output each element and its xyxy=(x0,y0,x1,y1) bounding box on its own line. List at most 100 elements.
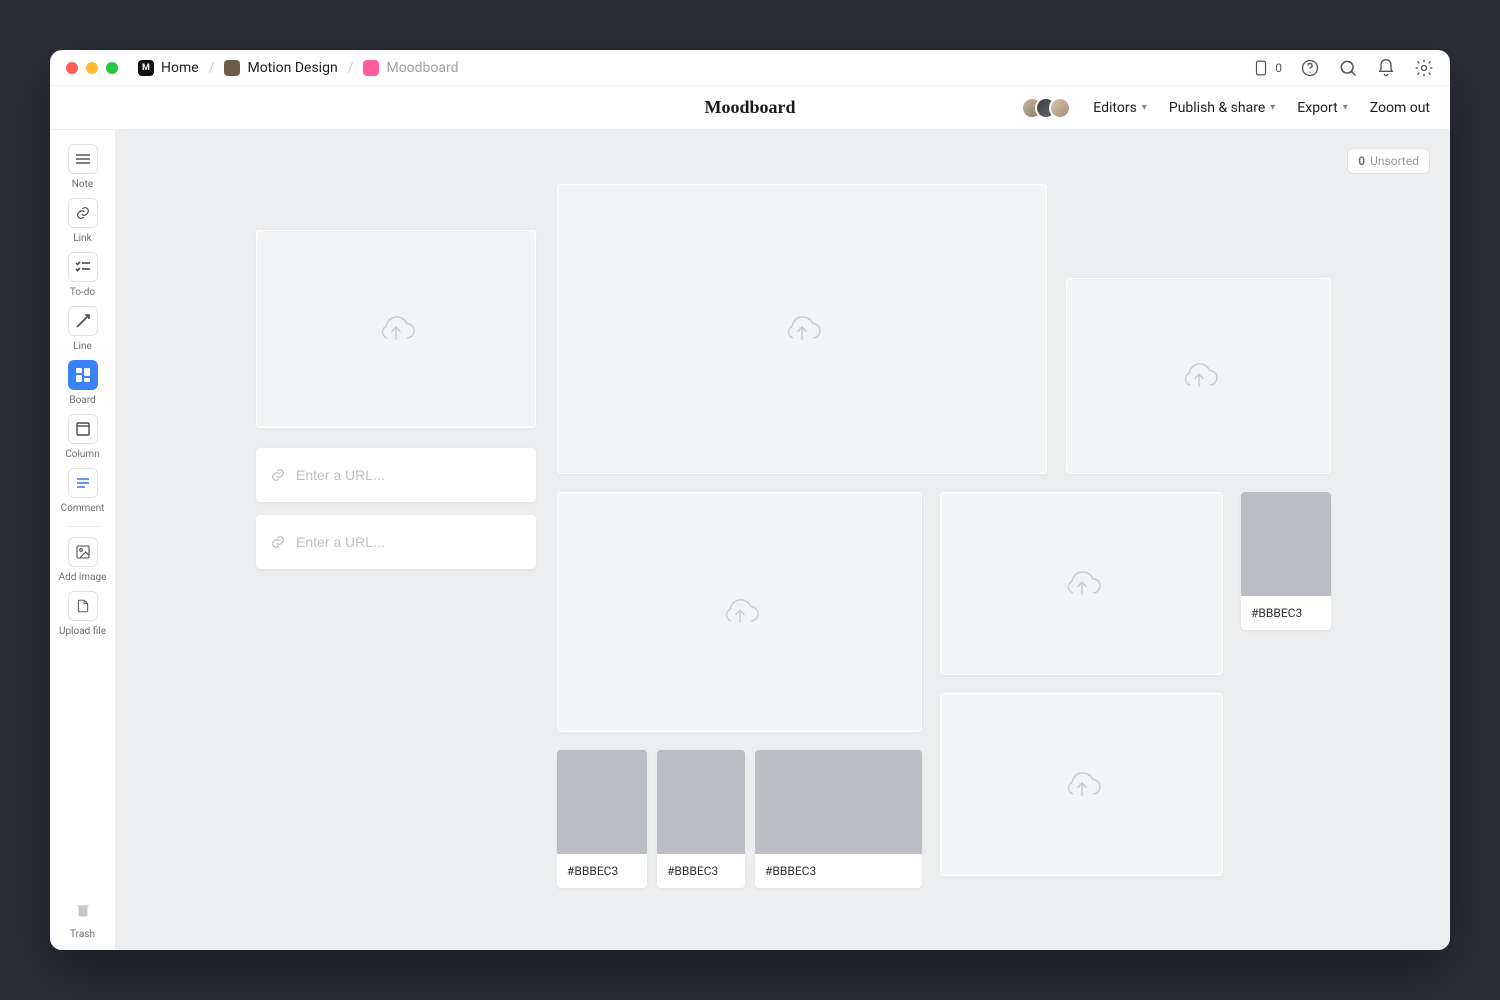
note-icon xyxy=(68,144,98,174)
inbox-button[interactable]: 0 xyxy=(1251,58,1282,78)
breadcrumb-sep: / xyxy=(348,60,354,76)
tool-note-label: Note xyxy=(72,179,93,190)
help-icon[interactable] xyxy=(1300,58,1320,78)
page-title: Moodboard xyxy=(704,97,795,118)
titlebar-actions: 0 xyxy=(1251,58,1434,78)
tool-line-label: Line xyxy=(73,341,92,352)
cloud-upload-icon xyxy=(374,311,418,347)
editors-menu[interactable]: Editors ▾ xyxy=(1093,100,1147,116)
tool-add-image[interactable]: Add image xyxy=(57,537,109,583)
avatar xyxy=(1049,97,1071,119)
chevron-down-icon: ▾ xyxy=(1343,102,1348,113)
unsorted-badge[interactable]: 0 Unsorted xyxy=(1347,148,1430,174)
image-icon xyxy=(68,537,98,567)
zoom-out-button[interactable]: Zoom out xyxy=(1370,100,1430,116)
swatch-hex-label: #BBBEC3 xyxy=(1241,596,1331,630)
tool-comment-label: Comment xyxy=(61,503,105,514)
search-icon[interactable] xyxy=(1338,58,1358,78)
subheader: Moodboard Editors ▾ Publish & share ▾ Ex… xyxy=(50,86,1450,130)
export-label: Export xyxy=(1297,100,1337,116)
tool-board-label: Board xyxy=(69,395,95,406)
tool-trash-label: Trash xyxy=(70,929,95,940)
upload-card[interactable] xyxy=(1066,278,1331,474)
inbox-count: 0 xyxy=(1275,61,1282,75)
swatch-color xyxy=(1241,492,1331,596)
url-input[interactable] xyxy=(296,534,522,550)
board-canvas[interactable]: 0 Unsorted xyxy=(116,130,1450,950)
breadcrumb-motion-design[interactable]: Motion Design xyxy=(224,60,337,76)
tool-comment[interactable]: Comment xyxy=(57,468,109,514)
breadcrumb-motion-label: Motion Design xyxy=(247,60,337,76)
home-icon: M xyxy=(138,60,154,76)
swatch-color xyxy=(657,750,745,854)
link-icon xyxy=(68,198,98,228)
tool-link-label: Link xyxy=(73,233,91,244)
board-icon xyxy=(68,360,98,390)
breadcrumb-moodboard[interactable]: Moodboard xyxy=(363,60,458,76)
export-menu[interactable]: Export ▾ xyxy=(1297,100,1347,116)
app-window: M Home / Motion Design / Moodboard 0 xyxy=(50,50,1450,950)
url-card[interactable] xyxy=(256,515,536,569)
collaborator-avatars[interactable] xyxy=(1021,97,1071,119)
tool-note[interactable]: Note xyxy=(57,144,109,190)
trash-icon xyxy=(68,894,98,924)
cloud-upload-icon xyxy=(1177,358,1221,394)
tool-board[interactable]: Board xyxy=(57,360,109,406)
unsorted-count: 0 xyxy=(1358,154,1365,168)
tool-add-image-label: Add image xyxy=(59,572,107,583)
color-swatch-card[interactable]: #BBBEC3 xyxy=(1241,492,1331,630)
cloud-upload-icon xyxy=(1060,566,1104,602)
link-icon xyxy=(270,467,286,483)
color-swatch-card[interactable]: #BBBEC3 xyxy=(657,750,745,888)
gear-icon[interactable] xyxy=(1414,58,1434,78)
breadcrumb-home-label: Home xyxy=(161,60,199,76)
board-icon xyxy=(363,60,379,76)
close-window-dot[interactable] xyxy=(66,62,78,74)
cloud-upload-icon xyxy=(718,594,762,630)
sidebar-divider xyxy=(66,526,100,527)
tool-sidebar: Note Link To-do Line xyxy=(50,130,116,950)
cloud-upload-icon xyxy=(1060,767,1104,803)
bell-icon[interactable] xyxy=(1376,58,1396,78)
tool-column[interactable]: Column xyxy=(57,414,109,460)
titlebar: M Home / Motion Design / Moodboard 0 xyxy=(50,50,1450,86)
folder-icon xyxy=(224,60,240,76)
inbox-icon xyxy=(1251,58,1271,78)
tool-line[interactable]: Line xyxy=(57,306,109,352)
tool-column-label: Column xyxy=(65,449,99,460)
swatch-hex-label: #BBBEC3 xyxy=(755,854,922,888)
upload-card[interactable] xyxy=(557,492,922,732)
tool-upload-file-label: Upload file xyxy=(59,626,106,637)
upload-card[interactable] xyxy=(256,230,536,428)
tool-upload-file[interactable]: Upload file xyxy=(57,591,109,637)
upload-card[interactable] xyxy=(557,184,1047,474)
column-icon xyxy=(68,414,98,444)
tool-todo[interactable]: To-do xyxy=(57,252,109,298)
tool-trash[interactable]: Trash xyxy=(57,894,109,940)
upload-card[interactable] xyxy=(940,492,1223,675)
window-controls xyxy=(66,62,118,74)
file-icon xyxy=(68,591,98,621)
swatch-hex-label: #BBBEC3 xyxy=(557,854,647,888)
maximize-window-dot[interactable] xyxy=(106,62,118,74)
editors-label: Editors xyxy=(1093,100,1137,116)
minimize-window-dot[interactable] xyxy=(86,62,98,74)
url-input[interactable] xyxy=(296,467,522,483)
tool-link[interactable]: Link xyxy=(57,198,109,244)
line-icon xyxy=(68,306,98,336)
todo-icon xyxy=(68,252,98,282)
chevron-down-icon: ▾ xyxy=(1270,102,1275,113)
upload-card[interactable] xyxy=(940,693,1223,876)
cloud-upload-icon xyxy=(780,311,824,347)
url-card[interactable] xyxy=(256,448,536,502)
chevron-down-icon: ▾ xyxy=(1142,102,1147,113)
swatch-color xyxy=(755,750,922,854)
swatch-hex-label: #BBBEC3 xyxy=(657,854,745,888)
publish-share-menu[interactable]: Publish & share ▾ xyxy=(1169,100,1275,116)
color-swatch-card[interactable]: #BBBEC3 xyxy=(755,750,922,888)
color-swatch-card[interactable]: #BBBEC3 xyxy=(557,750,647,888)
breadcrumb-home[interactable]: M Home xyxy=(138,60,199,76)
link-icon xyxy=(270,534,286,550)
breadcrumb-mood-label: Moodboard xyxy=(386,60,458,76)
swatch-color xyxy=(557,750,647,854)
